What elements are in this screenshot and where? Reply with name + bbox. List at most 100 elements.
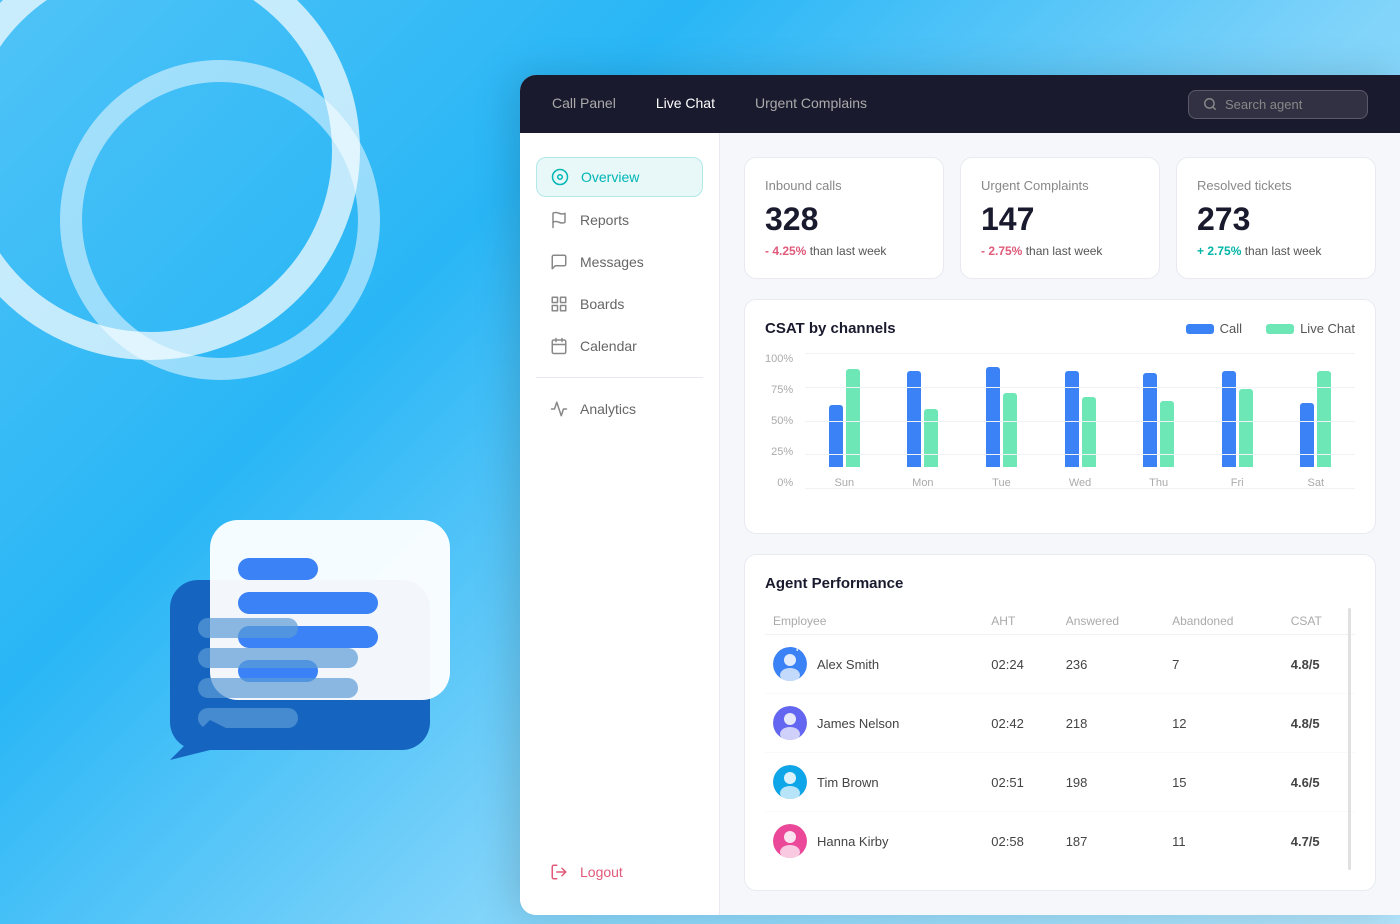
nav-live-chat[interactable]: Live Chat [656, 89, 715, 119]
col-abandoned: Abandoned [1164, 608, 1283, 635]
bg-decoration-circle-1 [0, 0, 360, 360]
agent-performance-card: Agent Performance Employee AHT Answered … [744, 554, 1376, 891]
avatar [773, 706, 807, 740]
stat-card-inbound: Inbound calls 328 - 4.25% than last week [744, 157, 944, 279]
bar-call-wed [1065, 371, 1079, 467]
you-badge: You [790, 647, 807, 654]
bar-group-tue: Tue [962, 353, 1041, 489]
messages-icon [550, 253, 568, 271]
col-aht: AHT [983, 608, 1057, 635]
y-label-100: 100% [765, 353, 793, 365]
stat-urgent-change: - 2.75% than last week [981, 244, 1139, 258]
bar-livechat-sat [1317, 371, 1331, 467]
bar-livechat-fri [1239, 389, 1253, 467]
bg-decoration-circle-2 [60, 60, 380, 380]
y-label-75: 75% [771, 384, 793, 396]
logout-button[interactable]: Logout [536, 853, 703, 891]
chart-title: CSAT by channels [765, 320, 1162, 337]
performance-table: Employee AHT Answered Abandoned CSAT You… [765, 608, 1355, 870]
bar-livechat-wed [1082, 397, 1096, 467]
bar-group-sat: Sat [1276, 353, 1355, 489]
y-label-50: 50% [771, 415, 793, 427]
overview-icon [551, 168, 569, 186]
perf-table-body: YouAlex Smith02:2423674.8/5 James Nelson 0… [765, 635, 1355, 871]
bar-label-mon: Mon [912, 477, 933, 489]
aht-value: 02:42 [983, 694, 1057, 753]
csat-value: 4.8/5 [1283, 635, 1355, 694]
bar-call-fri [1222, 371, 1236, 467]
search-box[interactable] [1188, 90, 1368, 119]
legend-livechat-label: Live Chat [1300, 321, 1355, 336]
logout-label: Logout [580, 864, 623, 880]
bar-group-wed: Wed [1041, 353, 1120, 489]
employee-cell-tim-brown: Tim Brown [773, 765, 975, 799]
chart-header: CSAT by channels Call Live Chat [765, 320, 1355, 337]
sidebar-overview-label: Overview [581, 169, 639, 185]
bar-livechat-tue [1003, 393, 1017, 467]
sidebar-item-calendar[interactable]: Calendar [536, 327, 703, 365]
search-input[interactable] [1225, 97, 1345, 112]
sidebar-messages-label: Messages [580, 254, 644, 270]
table-row: Tim Brown02:51198154.6/5 [765, 753, 1355, 812]
table-row: Hanna Kirby02:58187114.7/5 [765, 812, 1355, 871]
bar-label-thu: Thu [1149, 477, 1168, 489]
stat-inbound-pct: - 4.25% [765, 244, 806, 258]
perf-title: Agent Performance [765, 575, 1355, 592]
bar-group-sun: Sun [805, 353, 884, 489]
bar-label-wed: Wed [1069, 477, 1091, 489]
table-row: James Nelson02:42218124.8/5 [765, 694, 1355, 753]
sidebar-calendar-label: Calendar [580, 338, 637, 354]
table-header-row: Employee AHT Answered Abandoned CSAT [765, 608, 1355, 635]
bar-call-tue [986, 367, 1000, 467]
sidebar-analytics-label: Analytics [580, 401, 636, 417]
chat-illustration [130, 460, 510, 780]
analytics-icon [550, 400, 568, 418]
bar-livechat-sun [846, 369, 860, 467]
top-nav: Call Panel Live Chat Urgent Complains [520, 75, 1400, 133]
reports-icon [550, 211, 568, 229]
y-label-0: 0% [777, 477, 793, 489]
stat-urgent-label: Urgent Complaints [981, 178, 1139, 193]
bar-call-mon [907, 371, 921, 467]
logout-icon [550, 863, 568, 881]
nav-call-panel[interactable]: Call Panel [552, 89, 616, 119]
csat-value: 4.7/5 [1283, 812, 1355, 871]
abandoned-value: 15 [1164, 753, 1283, 812]
app-container: Call Panel Live Chat Urgent Complains Ov… [520, 75, 1400, 915]
employee-name: James Nelson [817, 716, 899, 731]
bar-group-fri: Fri [1198, 353, 1277, 489]
employee-cell-hanna-kirby: Hanna Kirby [773, 824, 975, 858]
employee-name: Tim Brown [817, 775, 879, 790]
sidebar-boards-label: Boards [580, 296, 624, 312]
csat-chart-card: CSAT by channels Call Live Chat 100% 75% [744, 299, 1376, 534]
csat-value: 4.8/5 [1283, 694, 1355, 753]
bar-label-sat: Sat [1308, 477, 1325, 489]
legend-call: Call [1186, 321, 1242, 336]
legend-call-label: Call [1220, 321, 1242, 336]
sidebar-item-overview[interactable]: Overview [536, 157, 703, 197]
y-label-25: 25% [771, 446, 793, 458]
stat-inbound-change: - 4.25% than last week [765, 244, 923, 258]
sidebar-item-analytics[interactable]: Analytics [536, 390, 703, 428]
legend-call-dot [1186, 324, 1214, 334]
answered-value: 187 [1058, 812, 1164, 871]
bar-label-fri: Fri [1231, 477, 1244, 489]
chart-bars: Sun Mon Tue Wed Thu Fri Sat [805, 353, 1355, 489]
y-axis: 100% 75% 50% 25% 0% [765, 353, 799, 489]
table-row: YouAlex Smith02:2423674.8/5 [765, 635, 1355, 694]
stat-resolved-label: Resolved tickets [1197, 178, 1355, 193]
stat-resolved-change: + 2.75% than last week [1197, 244, 1355, 258]
sidebar-item-reports[interactable]: Reports [536, 201, 703, 239]
abandoned-value: 7 [1164, 635, 1283, 694]
nav-urgent-complains[interactable]: Urgent Complains [755, 89, 867, 119]
scrollbar[interactable] [1348, 608, 1351, 870]
bar-group-thu: Thu [1119, 353, 1198, 489]
bar-call-sun [829, 405, 843, 467]
employee-cell-alex-smith: YouAlex Smith [773, 647, 975, 681]
stat-inbound-value: 328 [765, 201, 923, 238]
sidebar-item-boards[interactable]: Boards [536, 285, 703, 323]
avatar: You [773, 647, 807, 681]
stat-resolved-value: 273 [1197, 201, 1355, 238]
sidebar-item-messages[interactable]: Messages [536, 243, 703, 281]
answered-value: 236 [1058, 635, 1164, 694]
